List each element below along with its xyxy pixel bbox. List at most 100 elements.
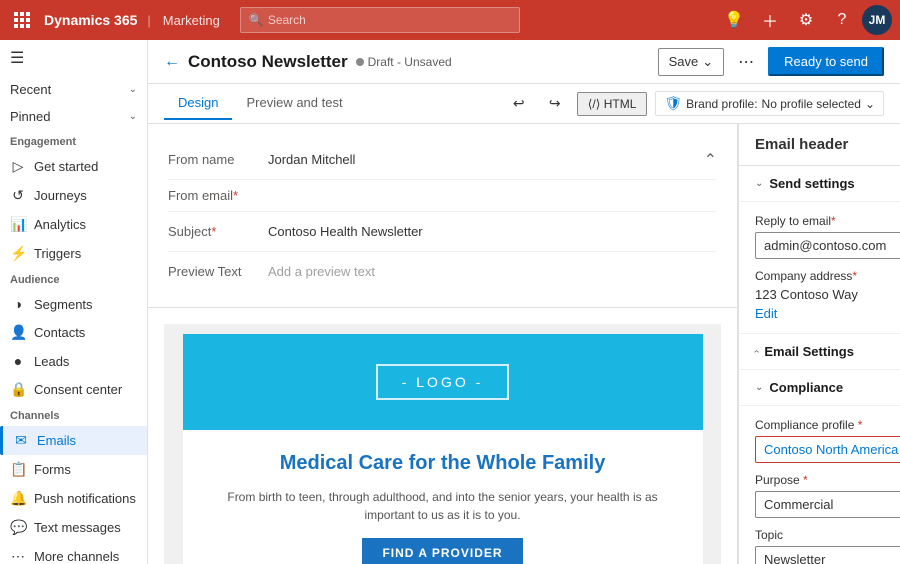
from-email-row: From email* bbox=[168, 180, 717, 212]
sidebar-toggle[interactable]: ☰ bbox=[0, 40, 147, 76]
compliance-title: Compliance bbox=[769, 380, 843, 395]
purpose-select-wrapper: Commercial Transactional Non-commercial bbox=[755, 491, 900, 518]
sidebar-item-contacts-label: Contacts bbox=[34, 325, 85, 340]
company-address-edit-link[interactable]: Edit bbox=[755, 306, 777, 321]
subject-row: Subject* Contoso Health Newsletter bbox=[168, 212, 717, 252]
audience-section-header: Audience bbox=[0, 268, 147, 290]
channels-section-header: Channels bbox=[0, 404, 147, 426]
email-canvas: - LOGO - Medical Care for the Whole Fami… bbox=[164, 324, 721, 564]
sidebar-item-get-started[interactable]: ▷ Get started bbox=[0, 152, 147, 181]
sidebar-item-triggers[interactable]: ⚡ Triggers bbox=[0, 239, 147, 268]
sidebar-item-forms[interactable]: 📋 Forms bbox=[0, 455, 147, 484]
save-button[interactable]: Save ⌄ bbox=[658, 48, 725, 76]
page-title: Contoso Newsletter bbox=[188, 52, 348, 72]
send-settings-chevron-icon: ⌄ bbox=[755, 178, 763, 189]
sidebar-item-journeys[interactable]: ↺ Journeys bbox=[0, 181, 147, 210]
ready-to-send-button[interactable]: Ready to send bbox=[768, 47, 884, 76]
lightbulb-icon[interactable]: 💡 bbox=[718, 4, 750, 36]
search-input[interactable] bbox=[268, 13, 511, 27]
email-form: From name Jordan Mitchell ⌃ From email* … bbox=[148, 124, 737, 308]
email-settings-section[interactable]: › Email Settings bbox=[739, 334, 900, 370]
app-grid-icon[interactable] bbox=[8, 6, 36, 34]
status-dot-icon bbox=[356, 58, 364, 66]
hamburger-icon: ☰ bbox=[10, 48, 24, 68]
brand-profile-selector[interactable]: 🛡 Brand profile: No profile selected ⌄ bbox=[655, 91, 884, 116]
sidebar-item-segments-label: Segments bbox=[34, 297, 93, 312]
recent-toggle[interactable]: Recent ⌄ bbox=[0, 76, 147, 103]
html-button[interactable]: ⟨/⟩ HTML bbox=[577, 92, 648, 116]
right-panel-title: Email header bbox=[755, 136, 848, 153]
tab-preview[interactable]: Preview and test bbox=[232, 87, 356, 120]
sidebar-item-segments[interactable]: ◑ Segments bbox=[0, 290, 147, 318]
sidebar-item-push-notifications[interactable]: 🔔 Push notifications bbox=[0, 484, 147, 513]
subject-value[interactable]: Contoso Health Newsletter bbox=[268, 220, 717, 243]
topic-label: Topic bbox=[755, 528, 900, 542]
sidebar-item-more-channels[interactable]: ⋯ More channels bbox=[0, 542, 147, 564]
sidebar-item-text-messages-label: Text messages bbox=[34, 520, 121, 535]
company-address-label: Company address* bbox=[755, 269, 900, 283]
tab-toolbar: ↩ ↪ ⟨/⟩ HTML 🛡 Brand profile: No profile… bbox=[505, 90, 884, 118]
sidebar-item-analytics-label: Analytics bbox=[34, 217, 86, 232]
sidebar-item-consent-center[interactable]: 🔒 Consent center bbox=[0, 375, 147, 404]
sidebar-item-analytics[interactable]: 📊 Analytics bbox=[0, 210, 147, 239]
sidebar-item-text-messages[interactable]: 💬 Text messages bbox=[0, 513, 147, 542]
sidebar-item-triggers-label: Triggers bbox=[34, 246, 81, 261]
save-chevron-icon: ⌄ bbox=[702, 54, 713, 70]
forms-icon: 📋 bbox=[10, 461, 26, 478]
redo-button[interactable]: ↪ bbox=[541, 90, 569, 118]
command-bar: ← Contoso Newsletter Draft - Unsaved Sav… bbox=[148, 40, 900, 84]
sidebar-item-get-started-label: Get started bbox=[34, 159, 98, 174]
brand-profile-shield-icon: 🛡 bbox=[664, 95, 682, 112]
from-name-value[interactable]: Jordan Mitchell bbox=[268, 148, 704, 171]
form-collapse-icon[interactable]: ⌃ bbox=[704, 150, 717, 170]
sidebar-item-leads-label: Leads bbox=[34, 354, 69, 369]
main-content: ← Contoso Newsletter Draft - Unsaved Sav… bbox=[148, 40, 900, 564]
preview-text-row: Preview Text Add a preview text bbox=[168, 252, 717, 291]
pinned-label: Pinned bbox=[10, 109, 50, 124]
topic-select-wrapper: Newsletter Promotional Updates bbox=[755, 546, 900, 564]
more-button[interactable]: ⋯ bbox=[732, 48, 760, 76]
help-icon[interactable]: ? bbox=[826, 4, 858, 36]
compliance-section[interactable]: ⌄ Compliance bbox=[739, 370, 900, 406]
purpose-select[interactable]: Commercial Transactional Non-commercial bbox=[755, 491, 900, 518]
recent-chevron-icon: ⌄ bbox=[129, 84, 137, 95]
sidebar: ☰ Recent ⌄ Pinned ⌄ Engagement ▷ Get sta… bbox=[0, 40, 148, 564]
segments-icon: ◑ bbox=[10, 296, 26, 312]
reply-email-input[interactable] bbox=[755, 232, 900, 259]
add-icon[interactable]: ＋ bbox=[754, 4, 786, 36]
settings-icon[interactable]: ⚙ bbox=[790, 4, 822, 36]
triggers-icon: ⚡ bbox=[10, 245, 26, 262]
tabs-bar: Design Preview and test ↩ ↪ ⟨/⟩ HTML 🛡 B… bbox=[148, 84, 900, 124]
sidebar-item-leads[interactable]: ● Leads bbox=[0, 347, 147, 375]
avatar[interactable]: JM bbox=[862, 5, 892, 35]
brand-profile-chevron-icon: ⌄ bbox=[865, 97, 875, 111]
right-panel-header: Email header ⊟ bbox=[739, 124, 900, 166]
brand-profile-value: No profile selected bbox=[762, 97, 861, 111]
compliance-body: Compliance profile * Purpose * Commercia… bbox=[739, 406, 900, 564]
sidebar-item-more-channels-label: More channels bbox=[34, 549, 119, 564]
leads-icon: ● bbox=[10, 353, 26, 369]
topic-select[interactable]: Newsletter Promotional Updates bbox=[755, 546, 900, 564]
contacts-icon: 👤 bbox=[10, 324, 26, 341]
editor-main: From name Jordan Mitchell ⌃ From email* … bbox=[148, 124, 900, 564]
tab-design[interactable]: Design bbox=[164, 87, 232, 120]
sidebar-item-contacts[interactable]: 👤 Contacts bbox=[0, 318, 147, 347]
undo-button[interactable]: ↩ bbox=[505, 90, 533, 118]
preview-text-value[interactable]: Add a preview text bbox=[268, 260, 717, 283]
sidebar-item-emails[interactable]: ✉ Emails bbox=[0, 426, 147, 455]
email-cta-button[interactable]: FIND A PROVIDER bbox=[362, 538, 522, 564]
layout: ☰ Recent ⌄ Pinned ⌄ Engagement ▷ Get sta… bbox=[0, 40, 900, 564]
back-button[interactable]: ← bbox=[164, 53, 180, 71]
send-settings-section[interactable]: ⌄ Send settings bbox=[739, 166, 900, 202]
compliance-chevron-icon: ⌄ bbox=[755, 382, 763, 393]
search-box[interactable]: 🔍 bbox=[240, 7, 520, 33]
pinned-toggle[interactable]: Pinned ⌄ bbox=[0, 103, 147, 130]
company-address-value: 123 Contoso Way bbox=[755, 287, 900, 302]
email-logo-block[interactable]: - LOGO - bbox=[183, 334, 703, 430]
get-started-icon: ▷ bbox=[10, 158, 26, 175]
pinned-chevron-icon: ⌄ bbox=[129, 111, 137, 122]
sidebar-item-emails-label: Emails bbox=[37, 433, 76, 448]
top-nav: Dynamics 365 | Marketing 🔍 💡 ＋ ⚙ ? JM bbox=[0, 0, 900, 40]
from-email-value[interactable] bbox=[268, 192, 717, 200]
compliance-profile-input[interactable] bbox=[755, 436, 900, 463]
